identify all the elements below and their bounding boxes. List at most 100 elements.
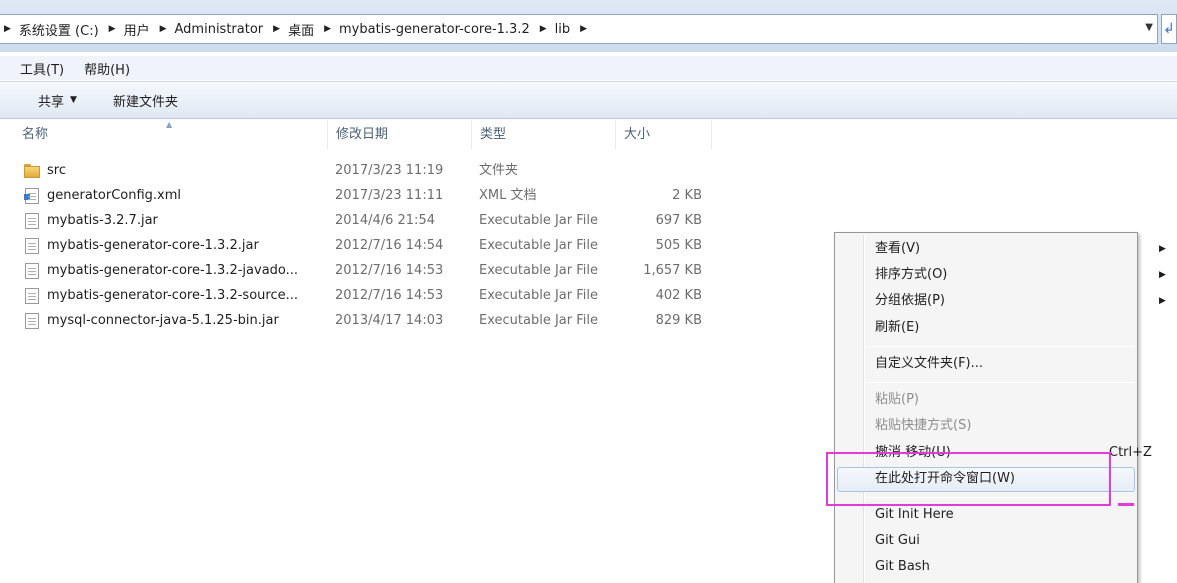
jar-file-icon <box>24 263 40 279</box>
address-bar-area: ▶ 系统设置 (C:) ▶ 用户 ▶ Administrator ▶ 桌面 ▶ … <box>0 0 1177 52</box>
menu-bar: 工具(T) 帮助(H) <box>0 56 1177 80</box>
file-size: 402 KB <box>655 288 702 303</box>
command-bar: 共享 ▼ 新建文件夹 <box>0 81 1177 119</box>
new-folder-label: 新建文件夹 <box>112 94 178 110</box>
menu-item-git-init[interactable]: Git Init Here <box>875 503 1115 527</box>
breadcrumb: ▶ 系统设置 (C:) ▶ 用户 ▶ Administrator ▶ 桌面 ▶ … <box>4 15 595 43</box>
column-header-type[interactable]: 类型 <box>472 121 616 149</box>
column-header-date[interactable]: 修改日期 <box>328 121 472 149</box>
file-size: 505 KB <box>655 238 702 253</box>
menu-item-refresh[interactable]: 刷新(E) <box>875 316 1115 340</box>
menu-item-view-label: 查看(V) <box>875 241 921 256</box>
file-date: 2013/4/17 14:03 <box>335 313 444 328</box>
file-type: Executable Jar File <box>479 213 598 228</box>
chevron-right-icon[interactable]: ▶ <box>160 24 167 34</box>
file-date: 2014/4/6 21:54 <box>335 213 435 228</box>
menu-item-git-gui[interactable]: Git Gui <box>875 529 1115 553</box>
chevron-right-icon[interactable]: ▶ <box>109 24 116 34</box>
file-name: mybatis-3.2.7.jar <box>47 213 158 228</box>
file-date: 2017/3/23 11:11 <box>335 188 444 203</box>
folder-icon <box>24 163 40 179</box>
file-row[interactable]: mybatis-generator-core-1.3.2-javado... 2… <box>0 258 712 283</box>
file-name: mybatis-generator-core-1.3.2.jar <box>47 238 259 253</box>
file-row[interactable]: src 2017/3/23 11:19 文件夹 <box>0 158 712 183</box>
menu-item-undo-shortcut: Ctrl+Z <box>1109 445 1152 460</box>
menu-item-group[interactable]: 分组依据(P) ▶ <box>875 289 1166 313</box>
menu-help[interactable]: 帮助(H) <box>84 59 130 78</box>
file-type: 文件夹 <box>479 163 519 178</box>
chevron-right-icon: ▶ <box>1159 270 1166 280</box>
column-header-type-label: 类型 <box>480 127 507 142</box>
file-size: 1,657 KB <box>643 263 702 278</box>
file-name: mysql-connector-java-5.1.25-bin.jar <box>47 313 279 328</box>
address-bar[interactable]: ▶ 系统设置 (C:) ▶ 用户 ▶ Administrator ▶ 桌面 ▶ … <box>0 14 1158 44</box>
column-header-size-label: 大小 <box>624 127 651 142</box>
file-row[interactable]: mybatis-3.2.7.jar 2014/4/6 21:54 Executa… <box>0 208 712 233</box>
chevron-right-icon[interactable]: ▶ <box>273 24 280 34</box>
breadcrumb-item-project[interactable]: mybatis-generator-core-1.3.2 <box>339 22 530 37</box>
file-row[interactable]: mybatis-generator-core-1.3.2-source... 2… <box>0 283 712 308</box>
chevron-right-icon[interactable]: ▶ <box>4 24 11 34</box>
new-folder-button[interactable]: 新建文件夹 <box>113 91 178 110</box>
breadcrumb-item-administrator[interactable]: Administrator <box>175 22 264 37</box>
file-type: Executable Jar File <box>479 263 598 278</box>
share-button[interactable]: 共享 ▼ <box>38 91 77 110</box>
jar-file-icon <box>24 213 40 229</box>
menu-item-paste[interactable]: 粘贴(P) <box>875 388 1115 412</box>
file-type: XML 文档 <box>479 188 537 203</box>
xml-file-icon <box>24 188 40 204</box>
menu-item-git-bash[interactable]: Git Bash <box>875 555 1115 579</box>
file-name: mybatis-generator-core-1.3.2-javado... <box>47 263 299 278</box>
file-name: mybatis-generator-core-1.3.2-source... <box>47 288 298 303</box>
column-header-size[interactable]: 大小 <box>616 121 712 149</box>
breadcrumb-item-desktop[interactable]: 桌面 <box>288 20 314 39</box>
file-name: src <box>47 163 66 178</box>
jar-file-icon <box>24 288 40 304</box>
chevron-right-icon[interactable]: ▶ <box>540 24 547 34</box>
file-name: generatorConfig.xml <box>47 188 182 203</box>
chevron-right-icon: ▶ <box>1159 296 1166 306</box>
share-label: 共享 <box>38 94 65 110</box>
column-header-name[interactable]: ▲ 名称 <box>0 120 328 149</box>
menu-item-sort[interactable]: 排序方式(O) ▶ <box>875 263 1166 287</box>
menu-item-customize-folder[interactable]: 自定义文件夹(F)... <box>875 352 1115 376</box>
chevron-right-icon[interactable]: ▶ <box>580 24 587 34</box>
refresh-icon[interactable]: ↲ <box>1161 14 1177 44</box>
breadcrumb-item-lib[interactable]: lib <box>555 22 570 37</box>
file-size: 2 KB <box>672 188 702 203</box>
file-type: Executable Jar File <box>479 238 598 253</box>
breadcrumb-item-users[interactable]: 用户 <box>124 20 150 39</box>
menu-separator <box>865 346 1135 347</box>
file-type: Executable Jar File <box>479 288 598 303</box>
address-history-dropdown-icon[interactable]: ▼ <box>1145 22 1153 33</box>
menu-separator <box>865 382 1135 383</box>
breadcrumb-item-drive[interactable]: 系统设置 (C:) <box>19 20 99 39</box>
jar-file-icon <box>24 238 40 254</box>
file-date: 2012/7/16 14:53 <box>335 263 444 278</box>
file-row[interactable]: mysql-connector-java-5.1.25-bin.jar 2013… <box>0 308 712 333</box>
chevron-down-icon: ▼ <box>70 95 77 105</box>
menu-item-sort-label: 排序方式(O) <box>875 267 948 282</box>
chevron-right-icon: ▶ <box>1159 244 1166 254</box>
annotation-mark <box>1118 503 1134 506</box>
file-date: 2017/3/23 11:19 <box>335 163 444 178</box>
chevron-right-icon[interactable]: ▶ <box>324 24 331 34</box>
file-type: Executable Jar File <box>479 313 598 328</box>
annotation-highlight-box <box>826 452 1111 506</box>
column-header-date-label: 修改日期 <box>336 127 389 142</box>
menu-item-group-label: 分组依据(P) <box>875 293 945 308</box>
file-date: 2012/7/16 14:53 <box>335 288 444 303</box>
file-date: 2012/7/16 14:54 <box>335 238 444 253</box>
context-menu: 查看(V) ▶ 排序方式(O) ▶ 分组依据(P) ▶ 刷新(E) 自定义文件夹… <box>834 232 1166 583</box>
menu-tools[interactable]: 工具(T) <box>20 59 64 78</box>
menu-item-view[interactable]: 查看(V) ▶ <box>875 237 1166 261</box>
sort-ascending-icon: ▲ <box>166 120 173 129</box>
file-row[interactable]: generatorConfig.xml 2017/3/23 11:11 XML … <box>0 183 712 208</box>
column-header-name-label: 名称 <box>22 127 49 142</box>
file-size <box>622 158 702 183</box>
file-row[interactable]: mybatis-generator-core-1.3.2.jar 2012/7/… <box>0 233 712 258</box>
jar-file-icon <box>24 313 40 329</box>
column-headers: ▲ 名称 修改日期 类型 大小 <box>0 120 712 149</box>
file-size: 697 KB <box>655 213 702 228</box>
menu-item-paste-shortcut[interactable]: 粘贴快捷方式(S) <box>875 414 1115 438</box>
